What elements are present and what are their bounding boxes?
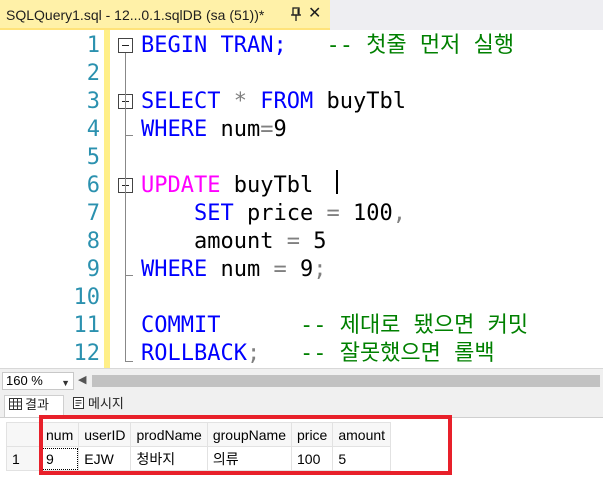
- keyword: WHERE: [141, 257, 208, 282]
- row-header-corner[interactable]: [6, 422, 41, 447]
- scroll-left-icon[interactable]: ◀: [78, 373, 86, 386]
- line-number: 3: [86, 89, 100, 114]
- fold-guide-end: [125, 361, 133, 362]
- operator: ;: [246, 341, 261, 366]
- row-number[interactable]: 1: [6, 446, 41, 471]
- keyword: COMMIT: [141, 313, 221, 338]
- highlight-annotation-box: [39, 415, 452, 475]
- number-literal: 5: [313, 229, 327, 254]
- operator: *: [233, 89, 247, 114]
- code-line-1: BEGIN TRAN; -- 첫줄 먼저 실행: [141, 32, 514, 60]
- code-line-9: WHERE num = 9;: [141, 256, 326, 284]
- identifier: num: [220, 117, 261, 142]
- operator: =: [286, 229, 300, 254]
- line-number: 11: [73, 313, 101, 338]
- line-number: 12: [73, 341, 101, 366]
- code-line-8: amount = 5: [141, 228, 326, 256]
- code-line-4: WHERE num=9: [141, 116, 287, 144]
- tab-results[interactable]: 결과: [4, 395, 64, 417]
- line-number: 6: [86, 173, 100, 198]
- fold-guide-end: [125, 275, 133, 276]
- code-line-6: UPDATE buyTbl: [141, 172, 313, 200]
- line-number: 1: [86, 33, 100, 58]
- changed-lines-marker: [104, 30, 110, 368]
- collapse-icon[interactable]: [118, 38, 133, 53]
- text-caret: [336, 170, 338, 194]
- keyword: WHERE: [141, 117, 208, 142]
- scrollbar-thumb[interactable]: [92, 375, 600, 387]
- line-number: 5: [86, 145, 100, 170]
- keyword: ROLLBACK: [141, 341, 247, 366]
- query-document-tab[interactable]: SQLQuery1.sql - 12...0.1.sqlDB (sa (51))…: [0, 0, 330, 30]
- code-line-11: COMMIT -- 제대로 됐으면 커밋: [141, 312, 528, 340]
- keyword: BEGIN TRAN;: [141, 33, 287, 58]
- query-tab-title: SQLQuery1.sql - 12...0.1.sqlDB (sa (51))…: [6, 7, 265, 23]
- message-icon: [73, 397, 84, 409]
- operator: =: [273, 257, 287, 282]
- zoom-select[interactable]: 160 % ▼: [2, 372, 74, 390]
- sql-editor[interactable]: 1 2 3 4 5 6 7 8 9 10 11 12 BEGIN TRAN; -…: [0, 30, 603, 368]
- horizontal-scrollbar[interactable]: [92, 375, 600, 387]
- keyword: UPDATE: [141, 173, 221, 198]
- line-number: 10: [73, 285, 101, 310]
- operator: =: [326, 201, 340, 226]
- identifier: num: [220, 257, 261, 282]
- number-literal: 9: [273, 117, 287, 142]
- fold-guide-end: [125, 135, 133, 136]
- document-tabstrip: SQLQuery1.sql - 12...0.1.sqlDB (sa (51))…: [0, 0, 603, 30]
- comment: -- 잘못했으면 롤백: [299, 341, 495, 366]
- tab-messages-label: 메시지: [88, 397, 124, 412]
- number-literal: 100: [352, 201, 393, 226]
- line-number: 9: [86, 257, 100, 282]
- code-line-12: ROLLBACK; -- 잘못했으면 롤백: [141, 340, 495, 368]
- operator: ,: [392, 201, 406, 226]
- identifier: buyTbl: [233, 173, 314, 198]
- number-literal: 9: [299, 257, 314, 282]
- identifier: amount: [193, 229, 274, 254]
- zoom-value: 160 %: [6, 373, 43, 388]
- comment: -- 제대로 됐으면 커밋: [299, 313, 529, 338]
- line-number: 2: [86, 61, 100, 86]
- keyword: SET: [193, 201, 234, 226]
- code-line-7: SET price = 100,: [141, 200, 406, 228]
- identifier: buyTbl: [326, 89, 406, 114]
- keyword: SELECT: [141, 89, 221, 114]
- pin-icon[interactable]: [286, 5, 304, 23]
- operator: ;: [313, 257, 327, 282]
- code-line-3: SELECT * FROM buyTbl: [141, 88, 406, 116]
- line-number: 4: [86, 117, 100, 142]
- chevron-down-icon: ▼: [61, 378, 70, 388]
- keyword: FROM: [260, 89, 314, 114]
- line-number: 7: [86, 201, 100, 226]
- close-tab-icon[interactable]: ✕: [308, 4, 321, 24]
- tab-messages[interactable]: 메시지: [68, 395, 144, 417]
- operator: =: [260, 117, 274, 142]
- fold-guide: [125, 53, 126, 361]
- line-number: 8: [86, 229, 100, 254]
- grid-icon: [9, 398, 22, 410]
- editor-status-bar: 160 % ▼ ◀: [0, 368, 603, 392]
- identifier: price: [246, 201, 314, 226]
- comment: -- 첫줄 먼저 실행: [326, 33, 515, 58]
- tab-results-label: 결과: [25, 398, 49, 413]
